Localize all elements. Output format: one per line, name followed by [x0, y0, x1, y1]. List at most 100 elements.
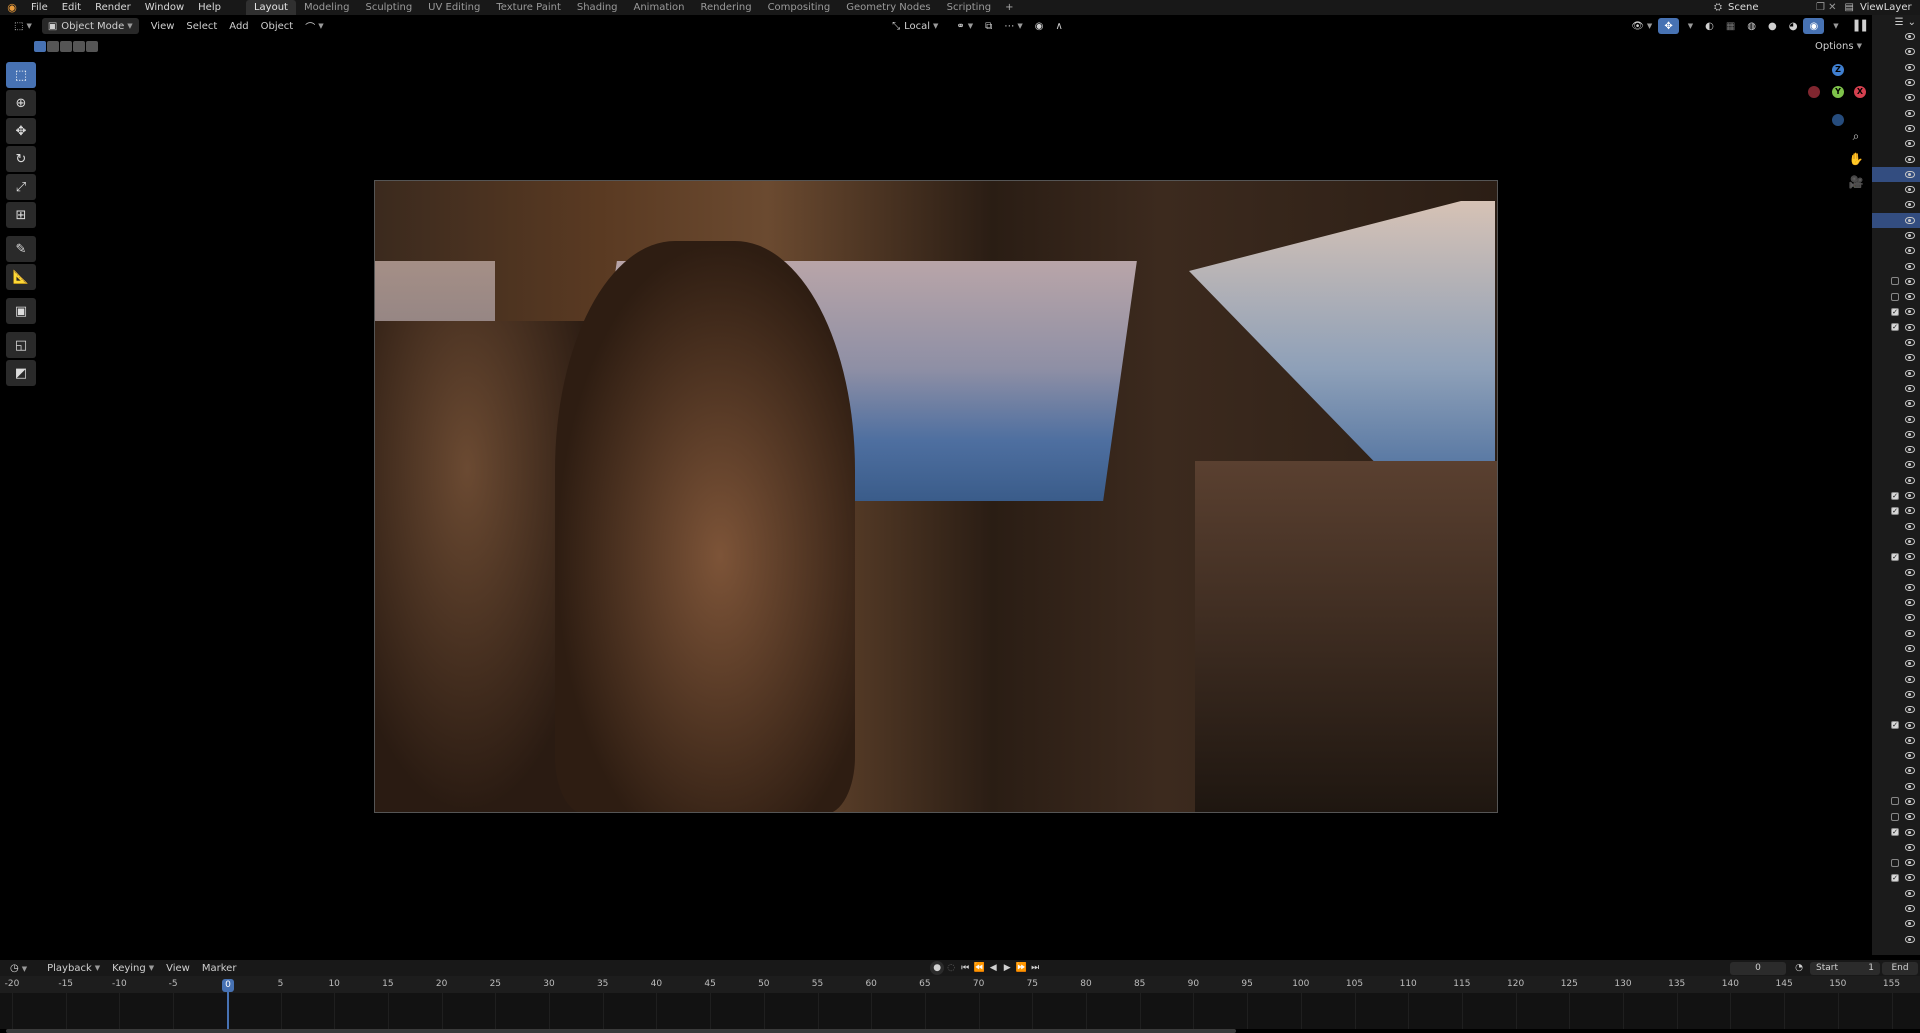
outliner-row[interactable] — [1872, 671, 1920, 686]
eye-icon[interactable] — [1905, 232, 1915, 239]
tool-measure[interactable]: 📐 — [6, 264, 36, 290]
outliner-row[interactable] — [1872, 794, 1920, 809]
tab-uv-editing[interactable]: UV Editing — [420, 0, 488, 15]
menu-render[interactable]: Render — [88, 0, 138, 15]
tab-rendering[interactable]: Rendering — [692, 0, 759, 15]
outliner-row[interactable] — [1872, 702, 1920, 717]
visibility-icon[interactable]: 👁 ▼ — [1625, 18, 1658, 34]
outliner-row[interactable] — [1872, 121, 1920, 136]
outliner-row[interactable] — [1872, 29, 1920, 44]
viewport-menu-select[interactable]: Select — [180, 18, 223, 34]
exclude-checkbox[interactable] — [1891, 812, 1899, 821]
outliner-row[interactable] — [1872, 748, 1920, 763]
tool-select-box[interactable]: ⬚ — [6, 62, 36, 88]
eye-icon[interactable] — [1905, 614, 1915, 622]
exclude-checkbox[interactable]: ✓ — [1891, 491, 1899, 500]
eye-icon[interactable] — [1905, 813, 1915, 821]
view-layer-name[interactable]: ViewLayer — [1860, 2, 1920, 13]
menu-window[interactable]: Window — [138, 0, 191, 15]
outliner-row[interactable] — [1872, 274, 1920, 289]
eye-icon[interactable] — [1905, 629, 1915, 637]
snap-icon[interactable]: ⧉ — [979, 18, 998, 34]
timeline-menu-playback[interactable]: Playback ▼ — [41, 960, 106, 976]
timeline-menu-view[interactable]: View — [160, 960, 196, 976]
outliner-row[interactable] — [1872, 855, 1920, 870]
exclude-checkbox[interactable]: ✓ — [1891, 873, 1899, 882]
tool-move[interactable]: ✥ — [6, 118, 36, 144]
eye-icon[interactable] — [1905, 599, 1915, 607]
jump-end-icon[interactable]: ⏭ — [1028, 961, 1042, 975]
outliner-row[interactable] — [1872, 534, 1920, 549]
play-icon[interactable]: ▶ — [1000, 961, 1014, 975]
select-extend-icon[interactable] — [47, 40, 59, 52]
eye-icon[interactable] — [1905, 828, 1915, 836]
eye-icon[interactable] — [1905, 935, 1915, 943]
tool-transform[interactable]: ⊞ — [6, 202, 36, 228]
eye-icon[interactable] — [1905, 79, 1915, 87]
outliner-row[interactable] — [1872, 75, 1920, 90]
eye-icon[interactable] — [1905, 874, 1915, 882]
select-intersect-icon[interactable] — [86, 40, 98, 52]
outliner-row[interactable] — [1872, 366, 1920, 381]
gizmo-neg-z-axis[interactable] — [1832, 114, 1844, 126]
eye-icon[interactable] — [1905, 767, 1915, 775]
keyframe-type-icon[interactable]: ◌ — [944, 961, 958, 975]
eye-icon[interactable] — [1905, 782, 1915, 790]
eye-icon[interactable] — [1905, 94, 1915, 102]
gizmo-neg-x-axis[interactable] — [1808, 86, 1820, 98]
jump-start-icon[interactable]: ⏮ — [958, 961, 972, 975]
outliner-row[interactable] — [1872, 166, 1920, 182]
mode-selector[interactable]: ▣ Object Mode ▼ — [41, 18, 139, 34]
tool-annotate[interactable]: ✎ — [6, 236, 36, 262]
start-frame-field[interactable]: Start 1 — [1810, 961, 1880, 975]
prev-keyframe-icon[interactable]: ⏪ — [972, 961, 986, 975]
menu-file[interactable]: File — [24, 0, 55, 15]
outliner-row[interactable] — [1872, 258, 1920, 273]
outliner-row[interactable] — [1872, 610, 1920, 625]
eye-icon[interactable] — [1905, 155, 1915, 163]
eye-icon[interactable] — [1905, 920, 1915, 928]
exclude-checkbox[interactable]: ✓ — [1891, 828, 1899, 837]
tab-animation[interactable]: Animation — [626, 0, 693, 15]
exclude-checkbox[interactable]: ✓ — [1891, 721, 1899, 729]
overlay-icon[interactable]: ◐ — [1699, 18, 1720, 34]
eye-icon[interactable] — [1905, 461, 1915, 469]
editor-type-icon[interactable]: ⬚ ▼ — [8, 18, 38, 34]
eye-icon[interactable] — [1905, 339, 1915, 347]
eye-icon[interactable] — [1905, 293, 1915, 301]
eye-icon[interactable] — [1905, 721, 1915, 729]
gizmo-y-axis[interactable]: Y — [1832, 86, 1844, 98]
outliner-row[interactable] — [1872, 580, 1920, 595]
eye-icon[interactable] — [1905, 369, 1915, 377]
outliner-row[interactable] — [1872, 335, 1920, 350]
eye-icon[interactable] — [1905, 140, 1915, 148]
material-shading-icon[interactable]: ◕ — [1783, 18, 1804, 34]
outliner-row[interactable] — [1872, 564, 1920, 579]
eye-icon[interactable] — [1905, 384, 1915, 392]
outliner-row[interactable] — [1872, 687, 1920, 702]
preview-range-icon[interactable]: ◔ — [1792, 961, 1806, 975]
outliner-row[interactable] — [1872, 60, 1920, 75]
shading-dropdown[interactable]: ▼ — [1824, 18, 1844, 34]
end-frame-field[interactable]: End — [1882, 961, 1918, 975]
outliner-row[interactable] — [1872, 212, 1920, 228]
outliner-row[interactable] — [1872, 457, 1920, 472]
outliner-row[interactable]: ✓ — [1872, 549, 1920, 564]
eye-icon[interactable] — [1905, 48, 1915, 56]
timeline-scrollbar[interactable] — [6, 1029, 1236, 1033]
outliner-row[interactable]: ✓ — [1872, 870, 1920, 885]
eye-icon[interactable] — [1905, 568, 1915, 576]
tab-geometry-nodes[interactable]: Geometry Nodes — [838, 0, 938, 15]
tab-modeling[interactable]: Modeling — [296, 0, 358, 15]
navigation-gizmo[interactable]: Z X Y — [1800, 62, 1866, 132]
tool-shear[interactable]: ◱ — [6, 332, 36, 358]
eye-icon[interactable] — [1905, 583, 1915, 591]
eye-icon[interactable] — [1905, 690, 1915, 698]
eye-icon[interactable] — [1905, 537, 1915, 545]
viewport-menu-object[interactable]: Object — [255, 18, 300, 34]
eye-icon[interactable] — [1905, 660, 1915, 668]
exclude-checkbox[interactable] — [1891, 858, 1899, 867]
eye-icon[interactable] — [1905, 675, 1915, 683]
falloff-icon[interactable]: ∧ — [1049, 18, 1068, 34]
outliner-row[interactable] — [1872, 809, 1920, 824]
